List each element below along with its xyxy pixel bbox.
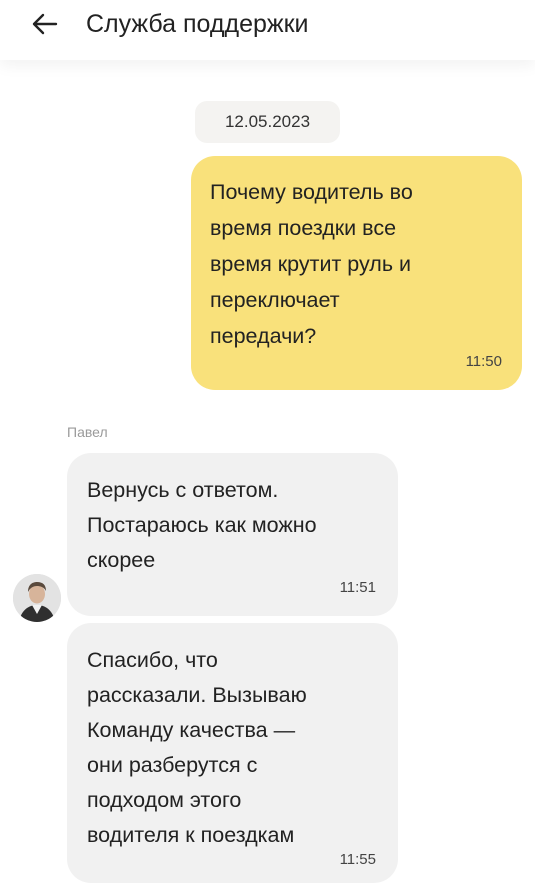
page-title: Служба поддержки [86,10,309,38]
sender-name: Павел [67,424,108,440]
message-time: 11:50 [465,353,502,370]
message-text: Спасибо, что рассказали. Вызываю Команду… [87,648,307,847]
message-bubble-incoming[interactable]: Вернусь с ответом. Постараюсь как можно … [67,453,398,616]
message-time: 11:55 [339,851,376,868]
arrow-left-icon [32,13,58,35]
message-text: Вернусь с ответом. Постараюсь как можно … [87,478,317,572]
message-bubble-outgoing[interactable]: Почему водитель во время поездки все вре… [191,156,522,390]
user-photo-icon [13,574,61,622]
chat-header: Служба поддержки [0,0,535,60]
back-button[interactable] [26,8,62,40]
message-time: 11:51 [339,579,376,596]
avatar[interactable] [13,574,61,622]
message-text: Почему водитель во время поездки все вре… [210,180,413,348]
message-bubble-incoming[interactable]: Спасибо, что рассказали. Вызываю Команду… [67,623,398,883]
date-separator: 12.05.2023 [195,101,340,143]
